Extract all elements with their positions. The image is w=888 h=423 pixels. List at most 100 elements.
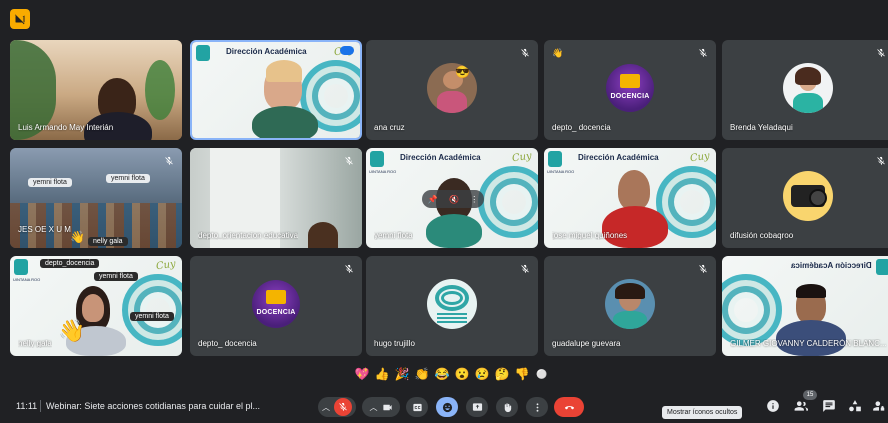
mic-off-icon[interactable]: 🔇 (449, 195, 459, 204)
participant-name: depto_ docencia (552, 123, 611, 132)
spiral-graphic (722, 274, 782, 346)
institution-logo (548, 151, 562, 167)
spiral-graphic (478, 166, 538, 238)
participant-tile[interactable]: DOCENCIA depto_ docencia (190, 256, 362, 356)
mic-off-icon (521, 264, 529, 273)
overlay-name-tag: yemni flota (28, 178, 72, 187)
emoji-icon (442, 402, 452, 412)
mic-off-icon (521, 48, 529, 57)
mic-off-icon (345, 156, 353, 165)
overlay-name-tag: nelly gala (88, 237, 128, 246)
participant-tile[interactable]: hugo trujillo (366, 256, 538, 356)
clock-time: 11:11 (16, 401, 38, 411)
wave-reaction-icon: 👋 (58, 318, 86, 343)
participant-name-partial: JES OE X U M (18, 225, 71, 234)
surprised-reaction-button[interactable]: 😮 (452, 364, 472, 384)
info-icon (767, 400, 779, 412)
participant-tile[interactable]: UINTANA ROO Dirección Académica Cuy 📌 🔇 … (366, 148, 538, 248)
divider (40, 400, 41, 412)
skin-tone-button[interactable]: ⚪ (532, 364, 552, 384)
participant-count-badge: 15 (803, 390, 817, 400)
mic-off-button[interactable] (334, 398, 352, 416)
participant-tile[interactable]: UINTANA ROO Cuy depto_docencia yemni flo… (10, 256, 182, 356)
participant-name: yemni flota (374, 231, 413, 240)
participant-tile[interactable]: yemni flota yemni flota nelly gala 👋 JES… (10, 148, 182, 248)
clap-reaction-button[interactable]: 👏 (412, 364, 432, 384)
more-options-icon[interactable]: ⋮ (470, 195, 478, 204)
camera-control[interactable]: ︿ (362, 397, 400, 417)
participant-tile[interactable]: Brenda Yeladaqui (722, 40, 888, 140)
institution-logo (876, 259, 888, 275)
party-reaction-button[interactable]: 🎉 (392, 364, 412, 384)
tile-hover-controls[interactable]: 📌 🔇 ⋮ (422, 190, 484, 208)
hidden-icons-tooltip: Mostrar íconos ocultos (662, 406, 743, 419)
chevron-up-icon[interactable]: ︿ (322, 402, 330, 413)
participant-name: jose miguel quiñones (552, 231, 628, 240)
participant-tile[interactable]: Dirección Académica GILMER GIOVANNY CALD… (722, 256, 888, 356)
participant-name: nelly gala (18, 339, 52, 348)
slide-title: Dirección Académica (400, 153, 481, 162)
participant-tile[interactable]: Luis Armando May Interián (10, 40, 182, 140)
institution-logo-label: UINTANA ROO (369, 169, 397, 174)
present-screen-button[interactable] (466, 397, 488, 417)
participant-tile[interactable]: UINTANA ROO Dirección Académica Cuy jose… (544, 148, 716, 248)
pin-icon[interactable]: 📌 (428, 195, 438, 204)
raised-hand-icon: 👋 (552, 48, 564, 58)
docencia-label: DOCENCIA (256, 309, 296, 316)
captions-button[interactable] (406, 397, 428, 417)
people-button[interactable] (794, 399, 808, 413)
institution-logo (370, 151, 384, 167)
people-icon (794, 401, 808, 411)
hang-up-icon (564, 405, 574, 409)
docencia-avatar: DOCENCIA (606, 64, 654, 112)
heart-reaction-button[interactable]: 💖 (352, 364, 372, 384)
participant-tile[interactable]: 😎 ana cruz (366, 40, 538, 140)
participant-tile[interactable]: guadalupe guevara (544, 256, 716, 356)
meeting-details-button[interactable] (766, 399, 780, 413)
thumbs-up-reaction-button[interactable]: 👍 (372, 364, 392, 384)
institution-logo (14, 259, 28, 275)
overlay-name-tag: yemni flota (94, 272, 138, 281)
no-camera-indicator[interactable] (10, 9, 30, 29)
overlay-name-tag: depto_docencia (40, 259, 100, 268)
mic-off-icon (877, 48, 885, 57)
participant-tile[interactable]: depto_orientacion educativa (190, 148, 362, 248)
microphone-control[interactable]: ︿ (318, 397, 356, 417)
mic-off-icon (877, 156, 885, 165)
thinking-reaction-button[interactable]: 🤔 (492, 364, 512, 384)
thumbs-down-reaction-button[interactable]: 👎 (512, 364, 532, 384)
script-decoration: Cuy (689, 150, 711, 165)
wave-reaction-icon: 👋 (70, 230, 85, 244)
docencia-label: DOCENCIA (610, 93, 650, 100)
leave-call-button[interactable] (554, 397, 584, 417)
mic-off-icon (699, 48, 707, 57)
activities-button[interactable] (848, 399, 862, 413)
participant-avatar (783, 63, 833, 113)
present-icon (472, 402, 482, 411)
reactions-bar: 💖 👍 🎉 👏 😂 😮 😢 🤔 👎 ⚪ (352, 362, 552, 386)
overlay-name-tag: yemni flota (106, 174, 150, 183)
bottom-control-bar: 11:11 Webinar: Siete acciones cotidianas… (0, 391, 888, 423)
chat-button[interactable] (822, 399, 836, 413)
script-decoration: Cuy (511, 150, 533, 165)
host-controls-button[interactable] (872, 399, 886, 413)
sad-reaction-button[interactable]: 😢 (472, 364, 492, 384)
mic-off-icon (345, 264, 353, 273)
lock-person-icon (873, 401, 885, 411)
slide-title: Dirección Académica (226, 47, 307, 56)
participant-tile[interactable]: 👋 DOCENCIA depto_ docencia (544, 40, 716, 140)
raise-hand-button[interactable] (496, 397, 518, 417)
chevron-up-icon[interactable]: ︿ (370, 402, 378, 413)
participant-tile-active-speaker[interactable]: Dirección Académica Cuy (190, 40, 362, 140)
participant-name: Luis Armando May Interián (18, 123, 114, 132)
participant-name: GILMER GIOVANNY CALDERÓN BLANC... (730, 339, 887, 348)
more-options-button[interactable] (526, 397, 548, 417)
camera-off-icon (14, 14, 25, 25)
hand-icon (504, 402, 511, 412)
reactions-button[interactable] (436, 397, 458, 417)
laugh-reaction-button[interactable]: 😂 (432, 364, 452, 384)
participant-name: difusión cobaqroo (730, 231, 794, 240)
mic-off-icon (699, 264, 707, 273)
participant-tile[interactable]: difusión cobaqroo (722, 148, 888, 248)
participant-name: guadalupe guevara (552, 339, 621, 348)
